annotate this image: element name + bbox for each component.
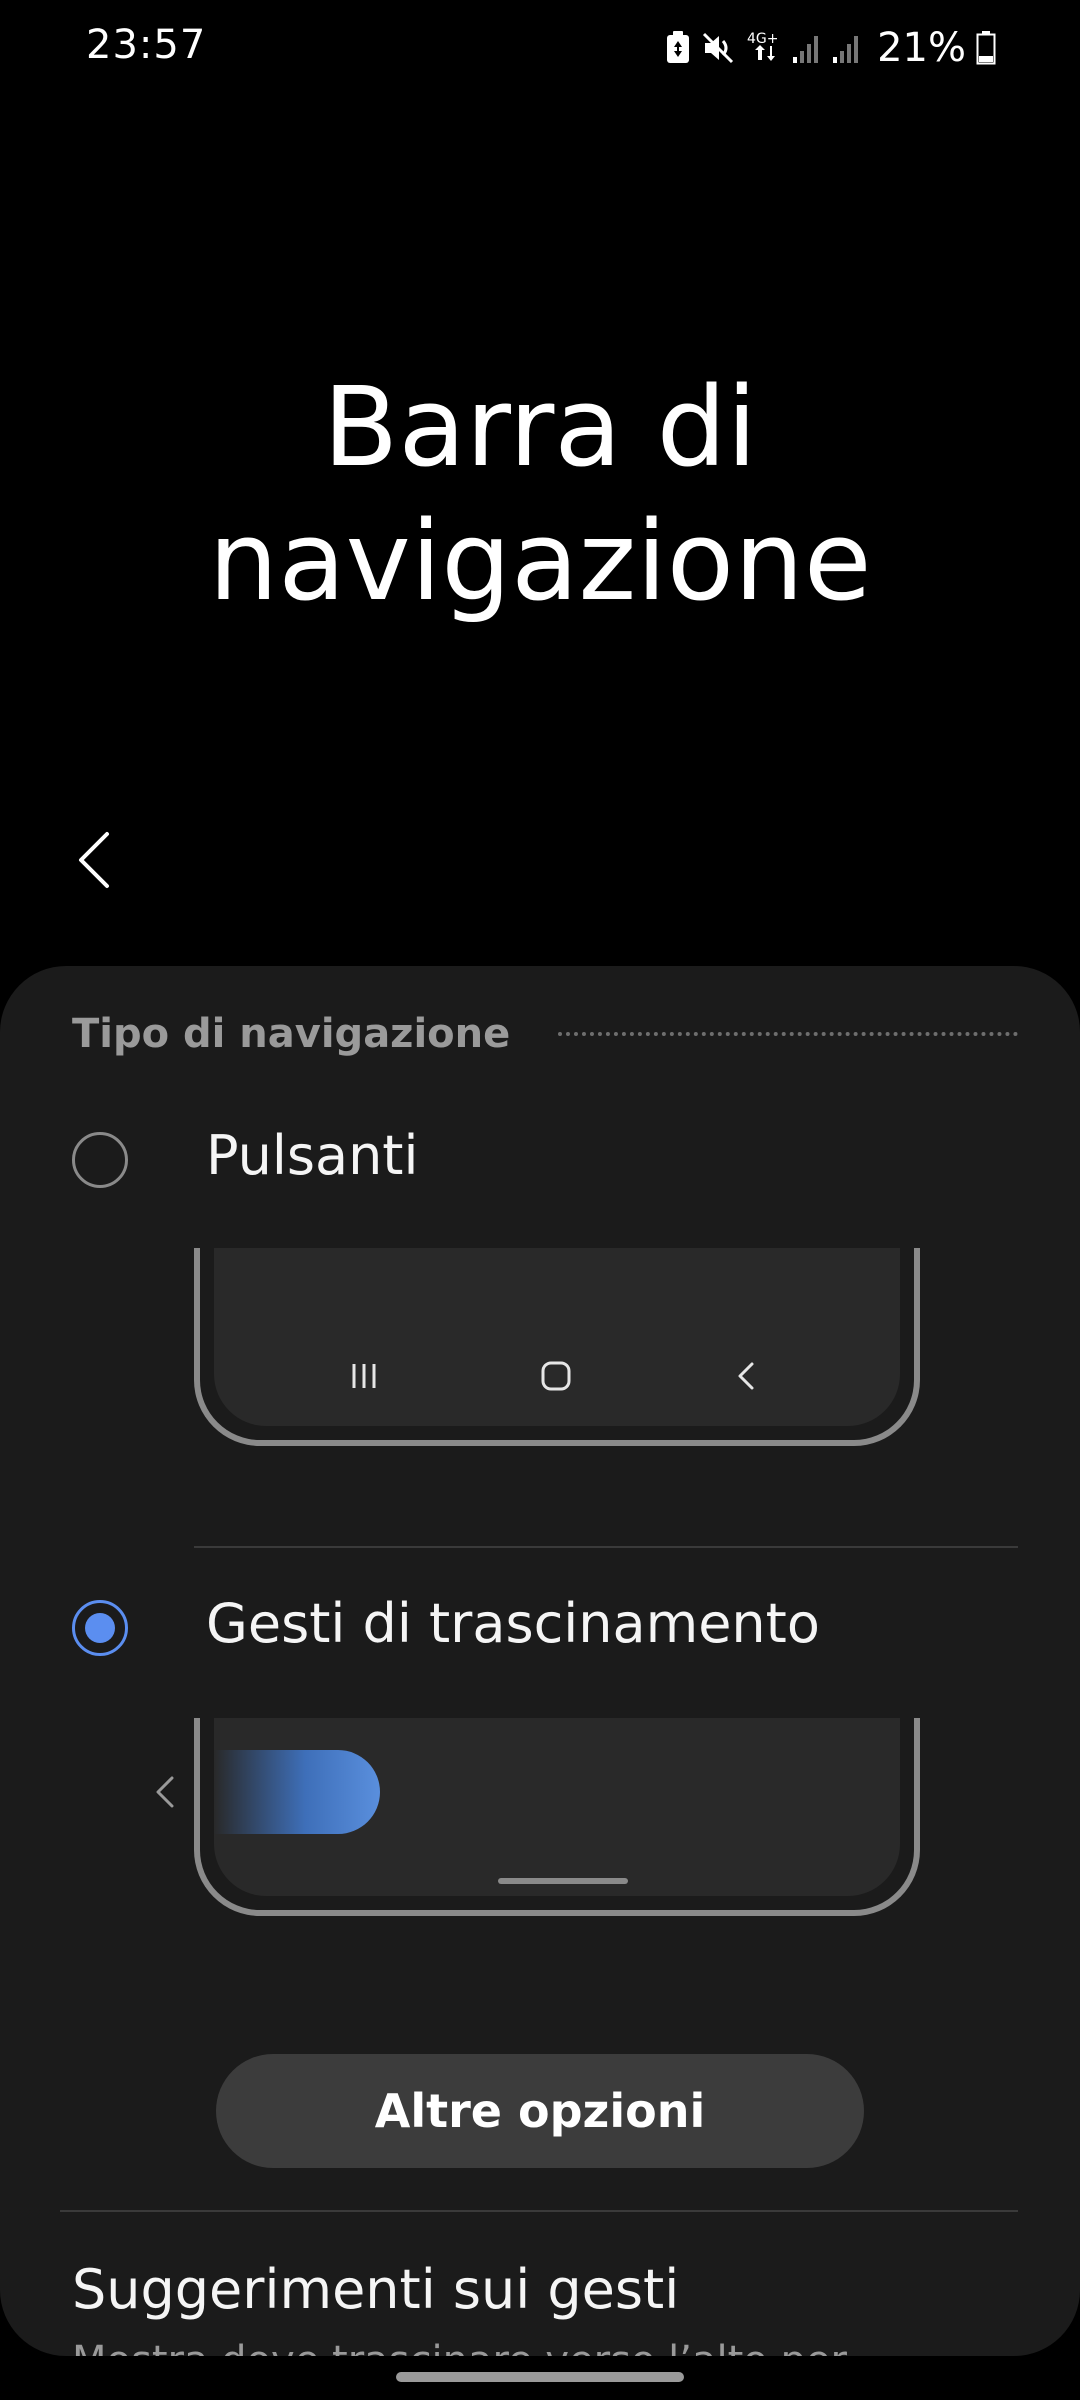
option-divider — [194, 1546, 1018, 1548]
gesture-tips-subtitle: Mostra dove trascinare verso l’alto per — [72, 2338, 847, 2356]
navigation-settings-card: Tipo di navigazione Pulsanti Gesti di tr… — [0, 966, 1080, 2356]
section-divider — [60, 2210, 1018, 2212]
status-time: 23:57 — [86, 22, 207, 68]
mute-icon — [703, 32, 734, 64]
gesture-back-arrow-icon — [156, 1776, 174, 1808]
back-icon — [726, 1356, 766, 1396]
option-label-gestures[interactable]: Gesti di trascinamento — [206, 1592, 820, 1655]
network-4g-icon: 4G+ — [747, 31, 779, 61]
back-arrow-icon — [79, 832, 109, 888]
status-bar: 23:57 4G+ 21% — [0, 0, 1080, 100]
network-label: 4G+ — [747, 31, 779, 47]
section-header: Tipo di navigazione — [72, 1006, 1018, 1062]
section-title: Tipo di navigazione — [72, 1011, 511, 1057]
signal-2-icon — [833, 36, 859, 63]
page-title-line2: navigazione — [208, 497, 872, 625]
section-divider-dots — [558, 1032, 1018, 1036]
page-title-line1: Barra di — [322, 363, 758, 491]
radio-buttons-option[interactable] — [72, 1132, 128, 1188]
gesture-tips-title[interactable]: Suggerimenti sui gesti — [72, 2258, 679, 2321]
recent-apps-icon — [344, 1356, 384, 1396]
battery-percent: 21% — [877, 25, 966, 71]
home-bar — [498, 1878, 628, 1884]
battery-icon — [976, 31, 996, 65]
status-icons: 4G+ 21% — [665, 22, 996, 74]
option-label-buttons[interactable]: Pulsanti — [206, 1124, 418, 1187]
back-button[interactable] — [62, 820, 126, 900]
signal-1-icon — [793, 36, 819, 63]
gesture-handle — [214, 1750, 380, 1834]
home-icon — [536, 1356, 576, 1396]
page-title: Barra di navigazione — [0, 360, 1080, 628]
gestures-preview[interactable] — [194, 1718, 920, 1916]
battery-saver-icon — [667, 31, 690, 63]
gestures-preview-screen — [214, 1718, 900, 1896]
buttons-preview-screen — [214, 1248, 900, 1426]
radio-selected-dot — [85, 1613, 115, 1643]
more-options-button[interactable]: Altre opzioni — [216, 2054, 864, 2168]
buttons-preview[interactable] — [194, 1248, 920, 1446]
system-home-indicator[interactable] — [396, 2372, 684, 2382]
radio-gestures-option[interactable] — [72, 1600, 128, 1656]
